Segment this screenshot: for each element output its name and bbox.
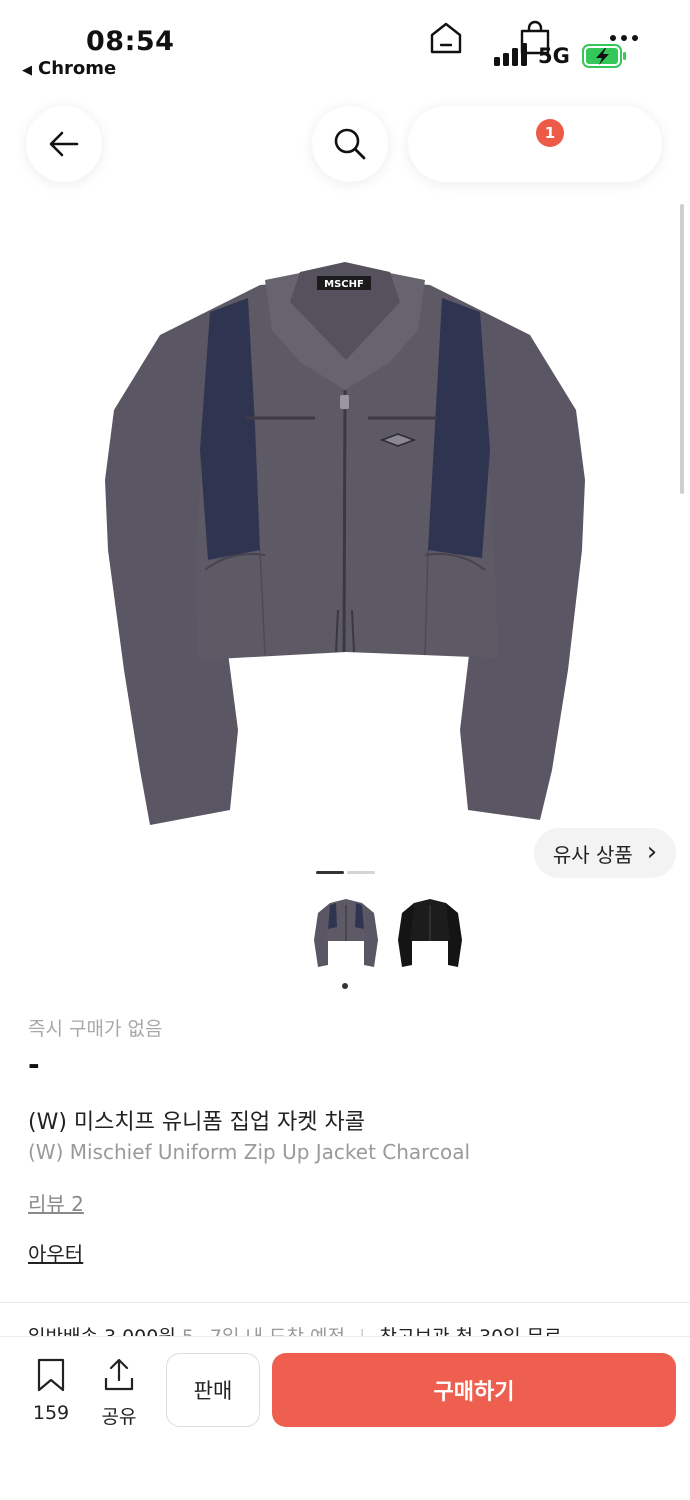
cart-count-badge: 1 — [536, 119, 564, 147]
home-button[interactable] — [426, 18, 466, 58]
buy-button[interactable]: 구매하기 — [272, 1353, 676, 1427]
arrow-left-icon — [49, 131, 79, 157]
product-name-ko: (W) 미스치프 유니폼 집업 자켓 차콜 — [28, 1110, 366, 1135]
similar-products-label: 유사 상품 — [552, 842, 633, 867]
bookmark-icon — [37, 1358, 65, 1392]
more-horizontal-icon — [610, 35, 638, 41]
brand-label: MSCHF — [324, 279, 364, 290]
price: - — [28, 1048, 40, 1081]
search-button[interactable] — [312, 106, 388, 182]
scrollbar[interactable] — [680, 204, 684, 494]
share-label: 공유 — [101, 1406, 137, 1428]
back-button[interactable] — [26, 106, 102, 182]
divider — [0, 1302, 690, 1303]
similar-products-button[interactable]: 유사 상품 › — [534, 828, 676, 878]
sell-button[interactable]: 판매 — [166, 1353, 260, 1427]
nav-pill — [408, 106, 662, 182]
back-to-app-link[interactable]: ◀ Chrome — [22, 58, 116, 79]
chevron-right-icon: › — [646, 836, 658, 867]
thumbnail-charcoal[interactable] — [310, 895, 382, 975]
more-button[interactable] — [604, 18, 644, 58]
bookmark-count: 159 — [32, 1402, 70, 1424]
gallery-page-indicator — [347, 871, 375, 874]
search-icon — [334, 128, 366, 160]
category-link[interactable]: 아우터 — [28, 1238, 83, 1267]
bookmark-button[interactable]: 159 — [21, 1358, 81, 1424]
product-image[interactable]: MSCHF — [100, 250, 590, 840]
share-button[interactable]: 공유 — [89, 1358, 149, 1429]
back-app-label: Chrome — [38, 58, 117, 79]
share-icon — [104, 1358, 134, 1391]
thumbnail-selected-dot — [342, 983, 348, 989]
shopping-bag-icon — [520, 20, 550, 55]
status-time: 08:54 — [86, 26, 175, 57]
review-link[interactable]: 리뷰 2 — [28, 1188, 84, 1217]
instant-buy-status: 즉시 구매가 없음 — [28, 1018, 163, 1040]
product-name-en: (W) Mischief Uniform Zip Up Jacket Charc… — [28, 1140, 471, 1164]
cart-button[interactable] — [515, 18, 555, 58]
thumbnail-black[interactable] — [394, 895, 466, 975]
back-triangle-icon: ◀ — [22, 63, 32, 78]
gallery-page-indicator-active — [316, 871, 344, 874]
home-icon — [430, 22, 462, 54]
